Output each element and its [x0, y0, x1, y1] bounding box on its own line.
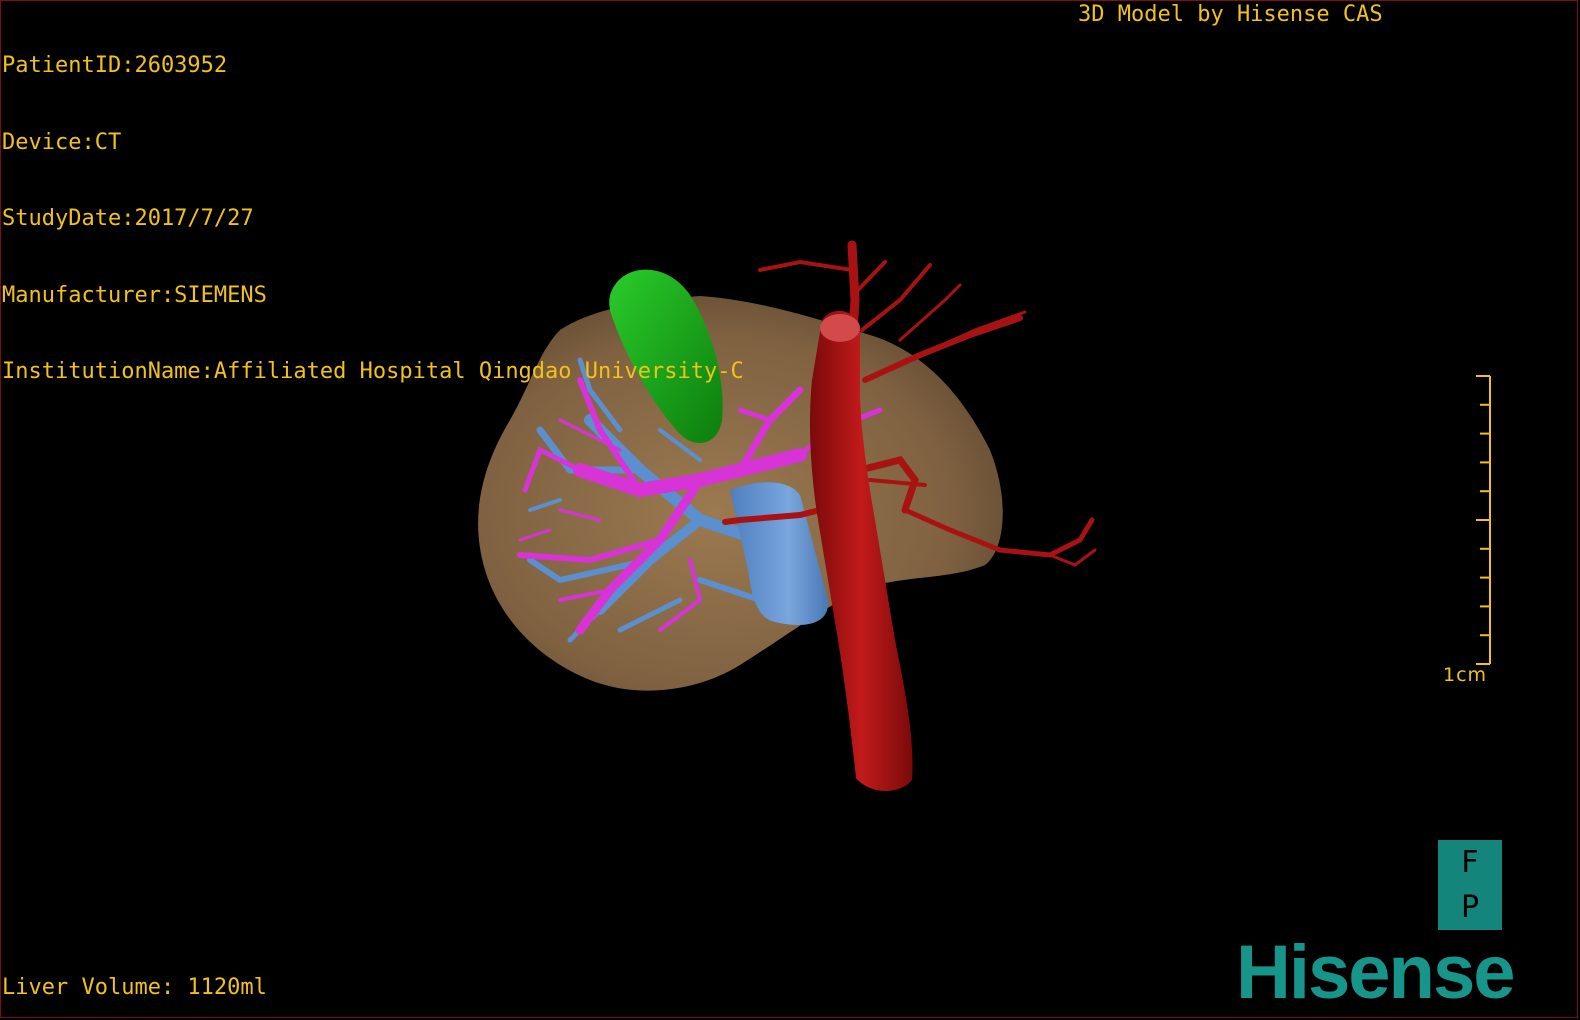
orientation-bottom-label: P [1460, 890, 1480, 925]
scale-bar [1476, 375, 1491, 665]
patient-id-label: PatientID:2603952 [2, 53, 228, 78]
manufacturer-label: Manufacturer:SIEMENS [2, 282, 267, 308]
institution-label: InstitutionName:Affiliated Hospital Qing… [2, 359, 744, 384]
model-credit-label: 3D Model by Hisense CAS [1078, 2, 1383, 27]
hisense-logo: Hisense [1236, 930, 1515, 1015]
aorta-cut-end [820, 314, 860, 342]
liver-volume-label: Liver Volume: 1120ml [2, 975, 267, 1000]
scale-bar-label: 1cm [1443, 664, 1488, 686]
device-label: Device:CT [2, 129, 122, 155]
orientation-indicator[interactable]: F P [1438, 840, 1502, 930]
study-date-label: StudyDate:2017/7/27 [2, 206, 254, 231]
dicom-info-panel: PatientID:2603952 Device:CT StudyDate:20… [2, 2, 744, 410]
orientation-top-label: F [1461, 845, 1479, 880]
